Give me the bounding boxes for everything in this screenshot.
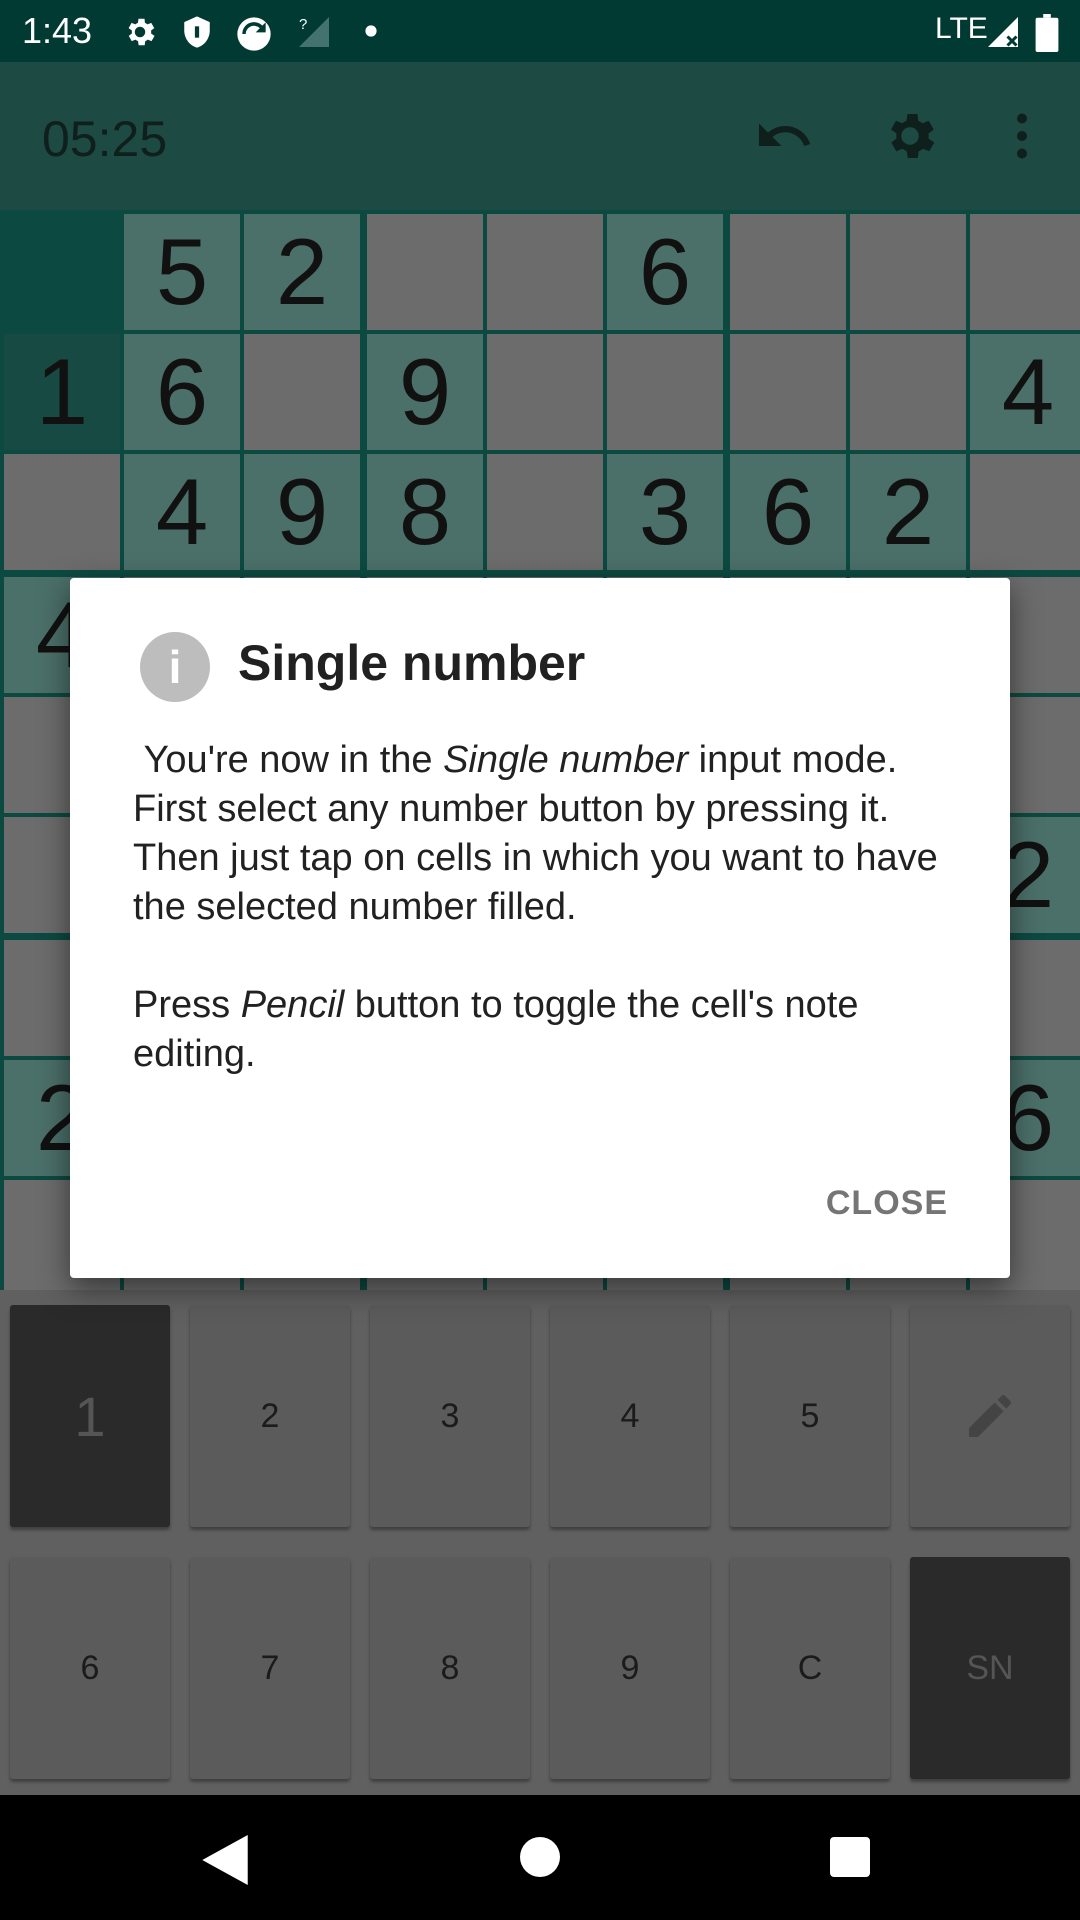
dialog-paragraph-1: You're now in the Single number input mo… (133, 736, 963, 932)
key-label: SN (966, 1648, 1014, 1687)
dialog-title: Single number (238, 635, 586, 691)
board-cell[interactable]: 9 (367, 334, 483, 450)
board-cell[interactable]: 2 (850, 454, 966, 570)
board-cell[interactable] (487, 214, 603, 330)
key-9[interactable]: 9 (550, 1557, 710, 1779)
undo-icon[interactable] (754, 106, 814, 166)
board-cell[interactable] (244, 334, 360, 450)
board-cell[interactable]: 9 (244, 454, 360, 570)
no-signal-icon: ? (299, 16, 329, 47)
board-cell[interactable] (4, 214, 120, 330)
board-cell[interactable] (487, 334, 603, 450)
board-cell[interactable]: 6 (124, 334, 240, 450)
navigation-bar (0, 1795, 1080, 1920)
close-button[interactable]: CLOSE (826, 1184, 948, 1223)
status-bar: 1:43 ? LTE (0, 0, 1080, 62)
single-number-dialog: i Single number You're now in the Single… (70, 578, 1010, 1278)
network-label: LTE (935, 12, 988, 45)
key-7[interactable]: 7 (190, 1557, 350, 1779)
board-cell[interactable]: 5 (124, 214, 240, 330)
screen: 1:43 ? LTE 05:25 5 2 6 1 6 9 4 4 9 8 3 6… (0, 0, 1080, 1920)
dot-icon (365, 25, 377, 37)
settings-icon[interactable] (880, 106, 940, 166)
board-cell[interactable] (850, 334, 966, 450)
shield-icon (184, 16, 210, 48)
number-keypad: 1 2 3 4 5 6 7 8 9 C SN (0, 1290, 1080, 1795)
key-2[interactable]: 2 (190, 1305, 350, 1527)
board-cell[interactable] (850, 214, 966, 330)
board-cell[interactable]: 4 (970, 334, 1080, 450)
key-8[interactable]: 8 (370, 1557, 530, 1779)
info-glyph: i (168, 641, 182, 693)
board-cell[interactable]: 4 (124, 454, 240, 570)
dialog-emphasis: Pencil (240, 984, 345, 1026)
svg-text:?: ? (299, 16, 307, 33)
key-3[interactable]: 3 (370, 1305, 530, 1527)
key-label: C (797, 1648, 823, 1687)
board-cell[interactable]: 1 (4, 334, 120, 450)
battery-icon (1035, 14, 1059, 52)
key-label: 1 (74, 1384, 106, 1448)
game-timer: 05:25 (42, 111, 168, 167)
dialog-text: Press (133, 984, 241, 1026)
dialog-message: You're now in the Single number input mo… (133, 736, 963, 1079)
key-label: 3 (440, 1396, 460, 1435)
sync-icon (237, 17, 271, 51)
key-label: 9 (620, 1648, 640, 1687)
key-label: 6 (80, 1648, 100, 1687)
status-time: 1:43 (22, 10, 93, 51)
dialog-emphasis: Single number (443, 739, 689, 781)
board-cell[interactable]: 8 (367, 454, 483, 570)
dialog-text: You're now in the (143, 739, 444, 781)
key-6[interactable]: 6 (10, 1557, 170, 1779)
key-5[interactable]: 5 (730, 1305, 890, 1527)
board-cell[interactable] (730, 334, 846, 450)
board-cell[interactable] (487, 454, 603, 570)
gear-icon (128, 18, 155, 46)
key-label: 8 (440, 1648, 460, 1687)
key-label: 5 (800, 1396, 820, 1435)
clear-button[interactable]: C (730, 1557, 890, 1779)
key-label: 2 (260, 1396, 280, 1435)
app-bar: 05:25 (0, 62, 1080, 210)
recents-icon[interactable] (830, 1837, 870, 1877)
key-1[interactable]: 1 (10, 1305, 170, 1527)
board-cell[interactable]: 3 (607, 454, 723, 570)
board-cell[interactable] (970, 454, 1080, 570)
board-cell[interactable] (4, 454, 120, 570)
board-cell[interactable] (367, 214, 483, 330)
info-icon: i (140, 632, 210, 702)
home-icon[interactable] (520, 1837, 560, 1877)
single-number-mode-button[interactable]: SN (910, 1557, 1070, 1779)
more-vert-icon[interactable] (992, 106, 1052, 166)
back-icon[interactable] (202, 1835, 248, 1885)
board-cell[interactable]: 6 (607, 214, 723, 330)
board-cell[interactable] (970, 214, 1080, 330)
board-cell[interactable] (730, 214, 846, 330)
key-label: 7 (260, 1648, 280, 1687)
board-cell[interactable]: 6 (730, 454, 846, 570)
signal-icon (988, 17, 1018, 47)
board-cell[interactable] (607, 334, 723, 450)
board-cell[interactable]: 2 (244, 214, 360, 330)
dialog-paragraph-2: Press Pencil button to toggle the cell's… (133, 981, 963, 1079)
key-4[interactable]: 4 (550, 1305, 710, 1527)
pencil-button[interactable] (910, 1305, 1070, 1527)
key-label: 4 (620, 1396, 640, 1435)
pencil-icon (969, 1395, 1011, 1437)
